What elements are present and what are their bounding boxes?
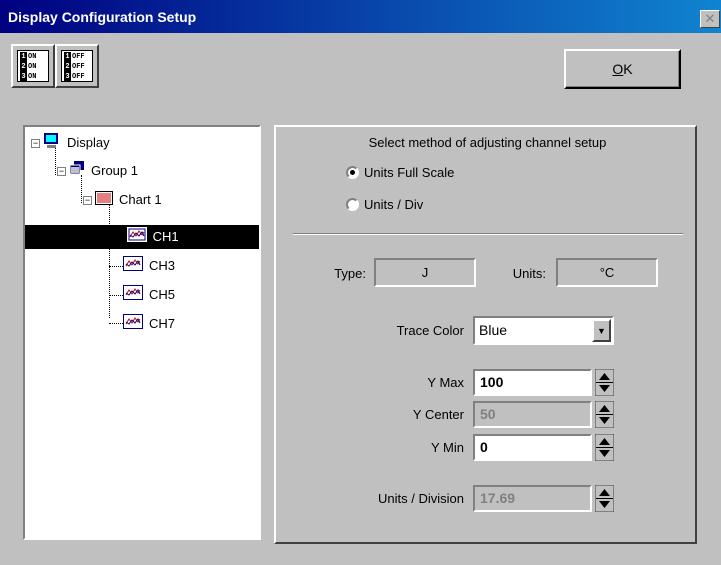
chevron-down-icon[interactable]: ▼	[592, 319, 611, 342]
close-button[interactable]: ✕	[700, 10, 720, 28]
radio-units-full-scale[interactable]: Units Full Scale	[346, 163, 454, 183]
y-center-label: Y Center	[412, 407, 464, 422]
tree-item-ch3[interactable]: CH3	[123, 254, 178, 278]
units-label: Units:	[512, 266, 546, 281]
separator	[293, 233, 683, 235]
units-value: °C	[556, 258, 658, 287]
y-min-spinner[interactable]	[595, 434, 614, 461]
type-value: J	[374, 258, 476, 287]
channel-trace-icon	[123, 313, 143, 337]
all-channels-on-button[interactable]: 1 ON 2 ON 3 ON	[11, 44, 55, 88]
title-bar: Display Configuration Setup	[0, 0, 721, 33]
y-center-spinner[interactable]	[595, 401, 614, 428]
tree-item-ch1[interactable]: CH1	[25, 225, 259, 249]
tree-item-chart[interactable]: Chart 1	[95, 188, 165, 212]
window-title: Display Configuration Setup	[8, 9, 197, 25]
y-max-input[interactable]: 100	[473, 369, 592, 396]
group-windows-icon	[69, 160, 85, 184]
channel-trace-icon	[123, 255, 143, 279]
collapse-chart-icon[interactable]: −	[83, 196, 92, 205]
radio-empty-icon	[346, 198, 359, 211]
all-channels-off-button[interactable]: 1 OFF 2 OFF 3 OFF	[55, 44, 99, 88]
tree-item-display[interactable]: Display	[43, 131, 113, 155]
collapse-display-icon[interactable]: −	[31, 139, 40, 148]
tree-item-ch7[interactable]: CH7	[123, 312, 178, 336]
display-monitor-icon	[43, 131, 61, 157]
collapse-group-icon[interactable]: −	[57, 167, 66, 176]
radio-units-per-div[interactable]: Units / Div	[346, 195, 423, 215]
y-max-label: Y Max	[427, 375, 464, 390]
channel-settings-panel: Select method of adjusting channel setup…	[274, 125, 697, 544]
type-label: Type:	[334, 266, 366, 281]
y-max-spinner[interactable]	[595, 369, 614, 396]
chart-grid-icon	[95, 189, 113, 213]
all-channels-on-icon: 1 ON 2 ON 3 ON	[17, 50, 49, 82]
y-min-label: Y Min	[431, 440, 464, 455]
channel-trace-icon	[123, 284, 143, 308]
units-division-label: Units / Division	[378, 491, 464, 506]
y-center-input[interactable]: 50	[473, 401, 592, 428]
all-channels-off-icon: 1 OFF 2 OFF 3 OFF	[61, 50, 93, 82]
trace-color-select[interactable]: Blue ▼	[473, 316, 614, 345]
close-icon: ✕	[704, 11, 716, 26]
y-min-input[interactable]: 0	[473, 434, 592, 461]
units-division-input[interactable]: 17.69	[473, 485, 592, 512]
trace-color-label: Trace Color	[396, 323, 464, 338]
tree-item-group[interactable]: Group 1	[69, 159, 141, 183]
units-division-spinner[interactable]	[595, 485, 614, 512]
radio-selected-icon	[346, 166, 359, 179]
method-heading: Select method of adjusting channel setup	[368, 135, 607, 150]
channel-tree[interactable]: − Display − Group 1 − Chart 1 CH1 CH3 CH…	[23, 125, 261, 540]
tree-item-ch5[interactable]: CH5	[123, 283, 178, 307]
ok-button[interactable]: OK	[564, 49, 681, 89]
channel-trace-icon	[126, 226, 147, 250]
